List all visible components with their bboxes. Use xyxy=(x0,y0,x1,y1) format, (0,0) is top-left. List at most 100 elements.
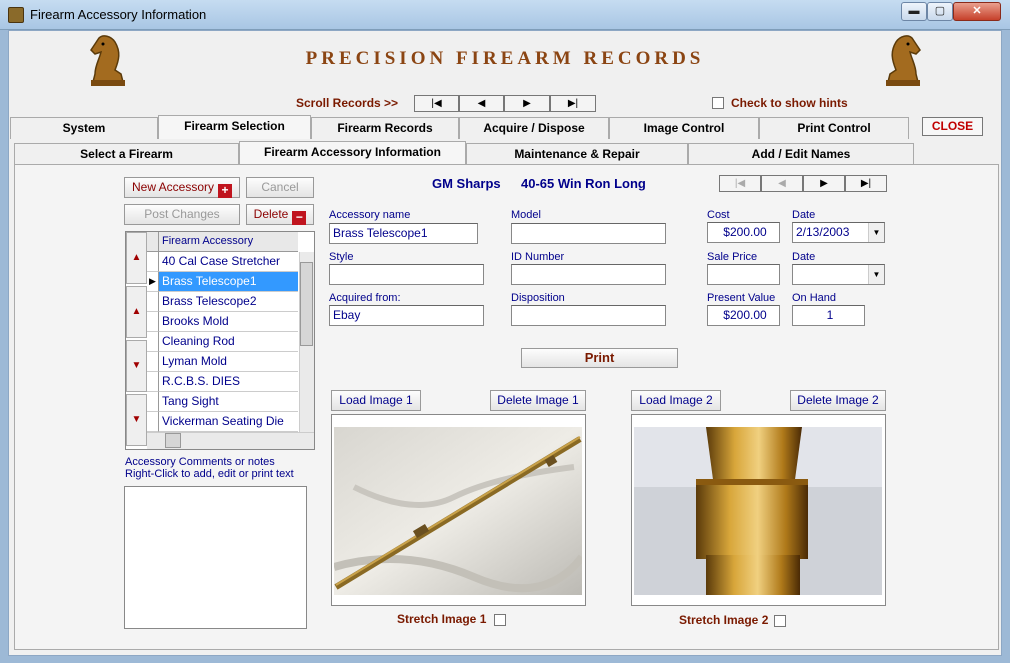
scroll-last-button[interactable]: ▶| xyxy=(550,95,596,112)
grid-last-button[interactable]: ▼ xyxy=(126,394,147,446)
scroll-records-label: Scroll Records >> xyxy=(296,96,399,110)
row-selector[interactable] xyxy=(147,252,159,272)
style-label: Style xyxy=(329,251,354,263)
style-field[interactable] xyxy=(329,264,484,285)
firearm-name: GM Sharps xyxy=(432,176,501,191)
row-selector[interactable] xyxy=(147,392,159,412)
disposition-field[interactable] xyxy=(511,305,666,326)
table-row[interactable]: R.C.B.S. DIES xyxy=(159,372,298,392)
id-number-field[interactable] xyxy=(511,264,666,285)
image-1-telescope xyxy=(334,427,582,595)
row-selector[interactable] xyxy=(147,332,159,352)
table-row[interactable]: Brass Telescope2 xyxy=(159,292,298,312)
app-icon xyxy=(8,7,24,23)
hints-checkbox[interactable] xyxy=(712,97,724,109)
row-selector[interactable]: ▶ xyxy=(147,272,159,292)
on-hand-field[interactable]: 1 xyxy=(792,305,865,326)
grid-first-button[interactable]: ▲ xyxy=(126,232,147,284)
post-changes-button[interactable]: Post Changes xyxy=(124,204,240,225)
grid-vscroll-thumb[interactable] xyxy=(300,262,313,346)
date2-label: Date xyxy=(792,251,816,263)
grid-hscroll-thumb[interactable] xyxy=(165,433,181,448)
row-selector[interactable] xyxy=(147,372,159,392)
notes-title: Accessory Comments or notes xyxy=(125,456,275,468)
present-value-label: Present Value xyxy=(707,292,776,304)
scroll-first-button[interactable]: |◀ xyxy=(414,95,459,112)
table-row[interactable]: Lyman Mold xyxy=(159,352,298,372)
tab-firearm-records[interactable]: Firearm Records xyxy=(311,117,459,139)
tab-select-firearm[interactable]: Select a Firearm xyxy=(14,143,239,165)
tab-add-edit-names[interactable]: Add / Edit Names xyxy=(688,143,914,165)
scroll-next-button[interactable]: ▶ xyxy=(504,95,550,112)
firearm-caliber: 40-65 Win Ron Long xyxy=(521,176,646,191)
cost-label: Cost xyxy=(707,209,730,221)
chevron-down-icon[interactable]: ▼ xyxy=(868,265,884,284)
delete-button[interactable]: Delete − xyxy=(246,204,314,225)
minus-icon: − xyxy=(292,211,307,225)
tab-print-control[interactable]: Print Control xyxy=(759,117,909,139)
stretch-image-2-checkbox[interactable] xyxy=(774,615,786,627)
new-accessory-label: New Accessory xyxy=(131,180,215,194)
record-first-button[interactable]: |◀ xyxy=(719,175,761,192)
table-row[interactable]: Brooks Mold xyxy=(159,312,298,332)
grid-corner xyxy=(147,232,159,252)
print-button[interactable]: Print xyxy=(521,348,678,368)
date2-field[interactable]: ▼ xyxy=(792,264,885,285)
tab-system[interactable]: System xyxy=(10,117,158,139)
new-accessory-button[interactable]: New Accessory + xyxy=(124,177,240,198)
id-number-label: ID Number xyxy=(511,251,565,263)
minimize-button[interactable]: ▬ xyxy=(901,2,927,21)
table-row[interactable]: Brass Telescope1 xyxy=(159,272,298,292)
model-label: Model xyxy=(511,209,541,221)
notes-textarea[interactable] xyxy=(124,486,307,629)
grid-up-button[interactable]: ▲ xyxy=(126,286,147,338)
stretch-image-1-label: Stretch Image 1 xyxy=(397,612,487,626)
plus-icon: + xyxy=(218,184,233,198)
grid-down-button[interactable]: ▼ xyxy=(126,340,147,392)
load-image-2-button[interactable]: Load Image 2 xyxy=(631,390,721,411)
cancel-button[interactable]: Cancel xyxy=(246,177,314,198)
tab-maintenance-repair[interactable]: Maintenance & Repair xyxy=(466,143,688,165)
close-button[interactable]: CLOSE xyxy=(922,117,983,136)
table-row[interactable]: Vickerman Seating Die xyxy=(159,412,298,432)
table-row[interactable]: 40 Cal Case Stretcher xyxy=(159,252,298,272)
tab-firearm-selection[interactable]: Firearm Selection xyxy=(158,115,311,139)
stretch-image-2-label: Stretch Image 2 xyxy=(679,613,769,627)
tab-accessory-information[interactable]: Firearm Accessory Information xyxy=(239,141,466,165)
row-selector[interactable] xyxy=(147,352,159,372)
row-selector[interactable] xyxy=(147,412,159,432)
grid-header: Firearm Accessory xyxy=(159,232,298,252)
tab-acquire-dispose[interactable]: Acquire / Dispose xyxy=(459,117,609,139)
record-prev-button[interactable]: ◀ xyxy=(761,175,803,192)
date1-label: Date xyxy=(792,209,816,221)
scroll-prev-button[interactable]: ◀ xyxy=(459,95,504,112)
sale-price-field[interactable] xyxy=(707,264,780,285)
record-next-button[interactable]: ▶ xyxy=(803,175,845,192)
tab-image-control[interactable]: Image Control xyxy=(609,117,759,139)
notes-hint: Right-Click to add, edit or print text xyxy=(125,468,294,480)
table-row[interactable]: Tang Sight xyxy=(159,392,298,412)
stretch-image-1-checkbox[interactable] xyxy=(494,614,506,626)
model-field[interactable] xyxy=(511,223,666,244)
load-image-1-button[interactable]: Load Image 1 xyxy=(331,390,421,411)
window-title: Firearm Accessory Information xyxy=(30,7,207,22)
row-selector[interactable] xyxy=(147,312,159,332)
row-selector[interactable] xyxy=(147,292,159,312)
date1-field[interactable]: 2/13/2003 ▼ xyxy=(792,222,885,243)
maximize-button[interactable]: ▢ xyxy=(927,2,953,21)
sale-price-label: Sale Price xyxy=(707,251,758,263)
chevron-down-icon[interactable]: ▼ xyxy=(868,223,884,242)
accessory-name-field[interactable]: Brass Telescope1 xyxy=(329,223,478,244)
delete-image-2-button[interactable]: Delete Image 2 xyxy=(790,390,886,411)
present-value-field[interactable]: $200.00 xyxy=(707,305,780,326)
disposition-label: Disposition xyxy=(511,292,565,304)
acquired-from-label: Acquired from: xyxy=(329,292,401,304)
delete-image-1-button[interactable]: Delete Image 1 xyxy=(490,390,586,411)
cost-field[interactable]: $200.00 xyxy=(707,222,780,243)
delete-label: Delete xyxy=(253,207,289,221)
table-row[interactable]: Cleaning Rod xyxy=(159,332,298,352)
acquired-from-field[interactable]: Ebay xyxy=(329,305,484,326)
record-last-button[interactable]: ▶| xyxy=(845,175,887,192)
accessory-name-label: Accessory name xyxy=(329,209,411,221)
window-close-button[interactable]: ✕ xyxy=(953,2,1001,21)
